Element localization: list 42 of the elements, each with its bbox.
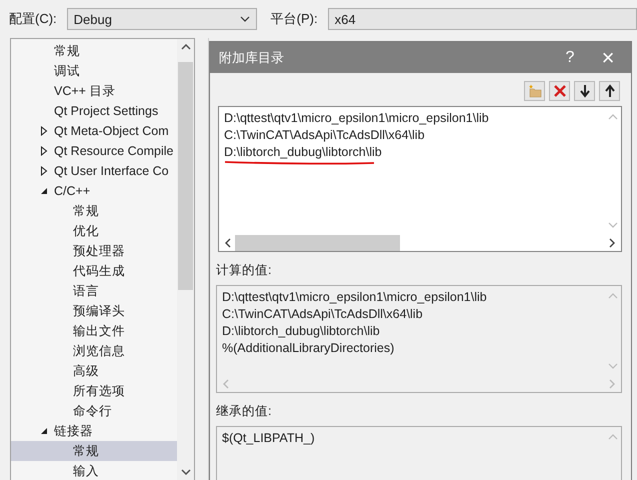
tree-item[interactable]: 输出文件: [11, 321, 177, 341]
tree-item[interactable]: 代码生成: [11, 261, 177, 281]
tree-item[interactable]: 优化: [11, 221, 177, 241]
tree-item[interactable]: 所有选项: [11, 381, 177, 401]
config-value: Debug: [74, 12, 112, 26]
config-label: 配置(C):: [9, 10, 57, 28]
directory-list-box[interactable]: D:\qttest\qtv1\micro_epsilon1\micro_epsilon1\lib C:\TwinCAT\AdsApi\TcAdsDll\x64\lib D:\libtorch_dubug\libtorch\lib: [218, 106, 622, 252]
value-line: %(AdditionalLibraryDirectories): [222, 340, 396, 357]
tree-item[interactable]: 预编译头: [11, 301, 177, 321]
tree-item[interactable]: 常规: [11, 201, 177, 221]
tree-item[interactable]: 链接器: [11, 421, 177, 441]
close-button[interactable]: ×: [589, 42, 627, 72]
tree-item[interactable]: 输入: [11, 461, 177, 480]
tree-item[interactable]: C/C++: [11, 181, 177, 201]
section-label: 继承的值:: [216, 403, 272, 420]
tree-item[interactable]: 预处理器: [11, 241, 177, 261]
value-line: D:\qttest\qtv1\micro_epsilon1\micro_epsilon1\lib: [222, 289, 488, 306]
platform-field[interactable]: x64: [328, 8, 637, 30]
section-label: 计算的值:: [216, 262, 272, 279]
tree-item[interactable]: Qt Project Settings: [11, 101, 177, 121]
value-line: C:\TwinCAT\AdsApi\TcAdsDll\x64\lib: [222, 306, 424, 323]
tree-item[interactable]: 命令行: [11, 401, 177, 421]
tree-item[interactable]: 常规: [11, 41, 177, 61]
platform-label: 平台(P):: [270, 10, 318, 28]
tree-item[interactable]: 浏览信息: [11, 341, 177, 361]
tree-item[interactable]: Qt User Interface Co: [11, 161, 177, 181]
value-line: D:\libtorch_dubug\libtorch\lib: [222, 323, 381, 340]
dialog-title: 附加库目录: [219, 48, 285, 66]
directory-entry[interactable]: D:\qttest\qtv1\micro_epsilon1\micro_epsilon1\lib: [224, 110, 599, 127]
tree-item[interactable]: 常规: [11, 441, 177, 461]
tree-item[interactable]: 调试: [11, 61, 177, 81]
tree-item[interactable]: Qt Resource Compile: [11, 141, 177, 161]
directory-entry[interactable]: C:\TwinCAT\AdsApi\TcAdsDll\x64\lib: [224, 127, 599, 144]
tree-item[interactable]: 高级: [11, 361, 177, 381]
tree-item[interactable]: Qt Meta-Object Com: [11, 121, 177, 141]
tree-item[interactable]: VC++ 目录: [11, 81, 177, 101]
help-button[interactable]: ?: [551, 42, 589, 72]
config-dropdown[interactable]: Debug: [66, 8, 257, 30]
inherited-values-box[interactable]: $(Qt_LIBPATH_): [216, 426, 622, 480]
directory-entry[interactable]: D:\libtorch_dubug\libtorch\lib: [224, 144, 599, 161]
tree-item[interactable]: 语言: [11, 281, 177, 301]
value-line: $(Qt_LIBPATH_): [222, 430, 316, 447]
